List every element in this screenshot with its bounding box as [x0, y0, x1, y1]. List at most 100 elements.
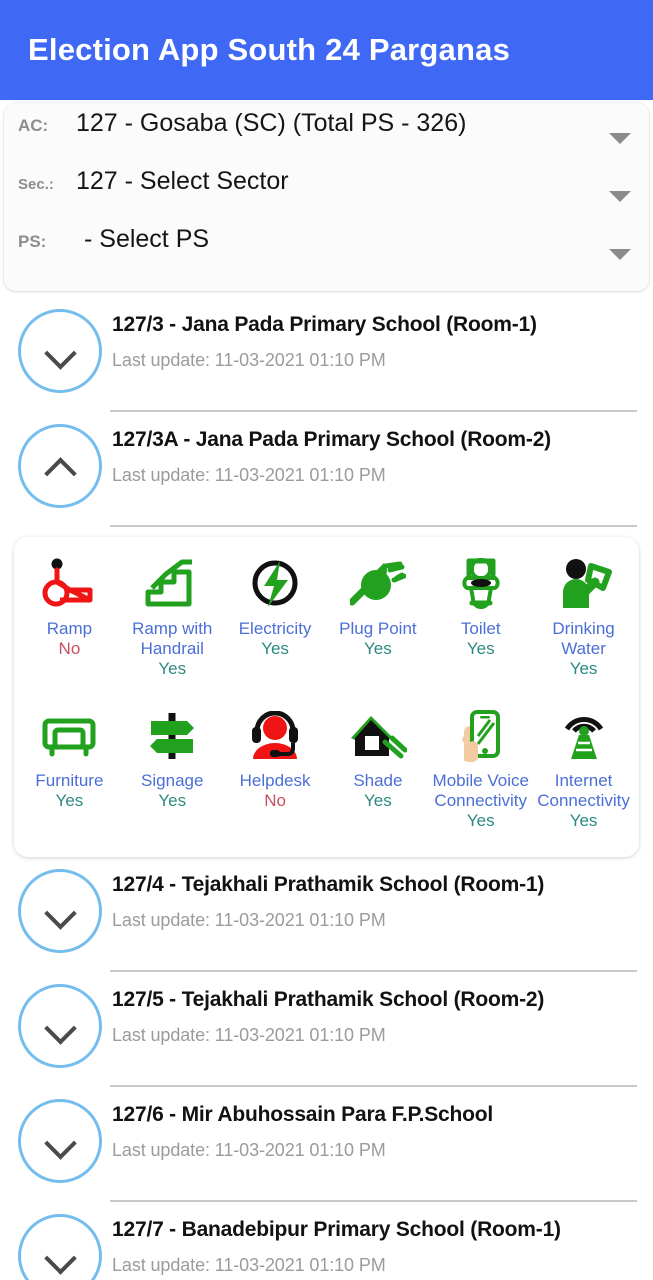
- ps-name: 127/6 - Mir Abuhossain Para F.P.School: [112, 1103, 494, 1127]
- expand-toggle-button[interactable]: [18, 984, 102, 1069]
- list-item[interactable]: 127/4 - Tejakhali Prathamik School (Room…: [0, 857, 653, 954]
- facility-value: Yes: [364, 791, 392, 811]
- list-item-text: 127/3 - Jana Pada Primary School (Room-1…: [102, 307, 639, 371]
- facility-value: No: [58, 639, 81, 659]
- facility-value: No: [264, 791, 286, 811]
- sector-value: 127 - Select Sector: [76, 167, 289, 195]
- helpdesk-headset-icon: [248, 705, 302, 767]
- chevron-down-icon[interactable]: [609, 248, 631, 260]
- ac-selector-row[interactable]: AC: 127 - Gosaba (SC) (Total PS - 326): [4, 109, 649, 167]
- facility-label: Drinking Water: [552, 619, 615, 659]
- expand-toggle-button[interactable]: [18, 869, 102, 954]
- facility-label: Mobile Voice Connectivity: [432, 771, 529, 811]
- stairs-handrail-icon: [144, 553, 200, 615]
- ps-last-update: Last update: 11-03-2021 01:10 PM: [112, 350, 386, 371]
- app-root: Election App South 24 Parganas AC: 127 -…: [0, 0, 653, 1280]
- ps-name: 127/4 - Tejakhali Prathamik School (Room…: [112, 873, 545, 897]
- list-item-text: 127/4 - Tejakhali Prathamik School (Room…: [102, 867, 639, 931]
- facility-value: Yes: [158, 659, 187, 679]
- polling-station-list: 127/3 - Jana Pada Primary School (Room-1…: [0, 291, 653, 1280]
- facility-label: Ramp with Handrail: [132, 619, 213, 659]
- facility-row-2: Furniture Yes Signage Yes Helpdesk No Sh…: [18, 701, 635, 831]
- list-item[interactable]: 127/7 - Banadebipur Primary School (Room…: [0, 1202, 653, 1280]
- ps-value: - Select PS: [84, 225, 210, 253]
- ps-name: 127/5 - Tejakhali Prathamik School (Room…: [112, 988, 545, 1012]
- facility-mobile-voice[interactable]: Mobile Voice Connectivity Yes: [429, 701, 532, 831]
- expand-toggle-button[interactable]: [18, 309, 102, 393]
- drinking-water-icon: [555, 553, 613, 615]
- facility-label: Signage: [141, 771, 204, 791]
- ps-last-update: Last update: 11-03-2021 01:10 PM: [112, 910, 386, 931]
- facility-plug-point[interactable]: Plug Point Yes: [326, 549, 429, 659]
- expand-toggle-button[interactable]: [18, 1099, 102, 1184]
- facility-value: Yes: [261, 639, 289, 659]
- facility-value: Yes: [158, 791, 187, 811]
- facility-ramp-with-handrail[interactable]: Ramp with Handrail Yes: [121, 549, 224, 679]
- facility-label: Shade: [353, 771, 403, 791]
- facility-value: Yes: [569, 659, 598, 679]
- mobile-voice-icon: [456, 705, 506, 767]
- list-item[interactable]: 127/5 - Tejakhali Prathamik School (Room…: [0, 972, 653, 1069]
- list-divider: [110, 525, 637, 527]
- ps-last-update: Last update: 11-03-2021 01:10 PM: [112, 1140, 386, 1161]
- internet-tower-icon: [555, 705, 613, 767]
- facility-shade[interactable]: Shade Yes: [326, 701, 429, 811]
- shade-house-icon: [349, 705, 407, 767]
- ps-last-update: Last update: 11-03-2021 01:10 PM: [112, 1025, 386, 1046]
- chevron-down-icon: [47, 1128, 73, 1154]
- list-item[interactable]: 127/3 - Jana Pada Primary School (Room-1…: [0, 297, 653, 393]
- furniture-sofa-icon: [40, 705, 98, 767]
- wheelchair-ramp-icon: [40, 553, 98, 615]
- selector-card: AC: 127 - Gosaba (SC) (Total PS - 326) S…: [4, 103, 649, 291]
- collapse-toggle-button[interactable]: [18, 424, 102, 508]
- facility-internet[interactable]: Internet Connectivity Yes: [532, 701, 635, 831]
- facility-value: Yes: [364, 639, 392, 659]
- ac-label: AC:: [18, 116, 49, 135]
- facility-signage[interactable]: Signage Yes: [121, 701, 224, 811]
- facility-row-1: Ramp No Ramp with Handrail Yes Electrici…: [18, 549, 635, 679]
- ac-value: 127 - Gosaba (SC) (Total PS - 326): [76, 109, 467, 137]
- list-item[interactable]: 127/6 - Mir Abuhossain Para F.P.School L…: [0, 1087, 653, 1184]
- list-item[interactable]: 127/3A - Jana Pada Primary School (Room-…: [0, 412, 653, 508]
- facility-value: Yes: [569, 811, 598, 831]
- ps-selector-row[interactable]: PS: - Select PS: [4, 225, 649, 283]
- chevron-down-icon: [47, 1013, 73, 1039]
- chevron-down-icon: [47, 898, 73, 924]
- facility-label: Ramp: [46, 619, 93, 638]
- facility-label: Helpdesk: [239, 771, 311, 791]
- facility-furniture[interactable]: Furniture Yes: [18, 701, 121, 811]
- ps-name: 127/3 - Jana Pada Primary School (Room-1…: [112, 313, 537, 336]
- facility-value: Yes: [466, 811, 495, 831]
- facility-label: Plug Point: [339, 619, 417, 638]
- facility-drinking-water[interactable]: Drinking Water Yes: [532, 549, 635, 679]
- chevron-up-icon: [47, 453, 73, 479]
- facility-label: Internet Connectivity: [537, 771, 630, 811]
- facility-label: Toilet: [460, 619, 501, 638]
- expand-toggle-button[interactable]: [18, 1214, 102, 1280]
- ps-name: 127/7 - Banadebipur Primary School (Room…: [112, 1218, 561, 1242]
- chevron-down-icon: [47, 338, 73, 364]
- facility-label: Electricity: [238, 619, 312, 638]
- chevron-down-icon[interactable]: [609, 132, 631, 144]
- facility-value: Yes: [55, 791, 84, 811]
- list-item-text: 127/7 - Banadebipur Primary School (Room…: [102, 1212, 639, 1276]
- facility-panel: Ramp No Ramp with Handrail Yes Electrici…: [14, 537, 639, 858]
- page-title: Election App South 24 Parganas: [28, 32, 511, 67]
- list-item-text: 127/6 - Mir Abuhossain Para F.P.School L…: [102, 1097, 639, 1161]
- chevron-down-icon[interactable]: [609, 190, 631, 202]
- ps-last-update: Last update: 11-03-2021 01:10 PM: [112, 1255, 386, 1276]
- ps-name: 127/3A - Jana Pada Primary School (Room-…: [112, 428, 551, 451]
- facility-ramp[interactable]: Ramp No: [18, 549, 121, 659]
- plug-point-icon: [349, 553, 406, 615]
- list-item-text: 127/5 - Tejakhali Prathamik School (Room…: [102, 982, 639, 1046]
- facility-helpdesk[interactable]: Helpdesk No: [224, 701, 327, 811]
- facility-label: Furniture: [35, 771, 104, 791]
- facility-toilet[interactable]: Toilet Yes: [429, 549, 532, 659]
- facility-value: Yes: [466, 639, 495, 659]
- list-item-text: 127/3A - Jana Pada Primary School (Room-…: [102, 422, 639, 486]
- chevron-down-icon: [47, 1243, 73, 1269]
- sector-selector-row[interactable]: Sec.: 127 - Select Sector: [4, 167, 649, 225]
- ps-last-update: Last update: 11-03-2021 01:10 PM: [112, 465, 386, 486]
- facility-electricity[interactable]: Electricity Yes: [224, 549, 327, 659]
- toilet-icon: [457, 553, 505, 615]
